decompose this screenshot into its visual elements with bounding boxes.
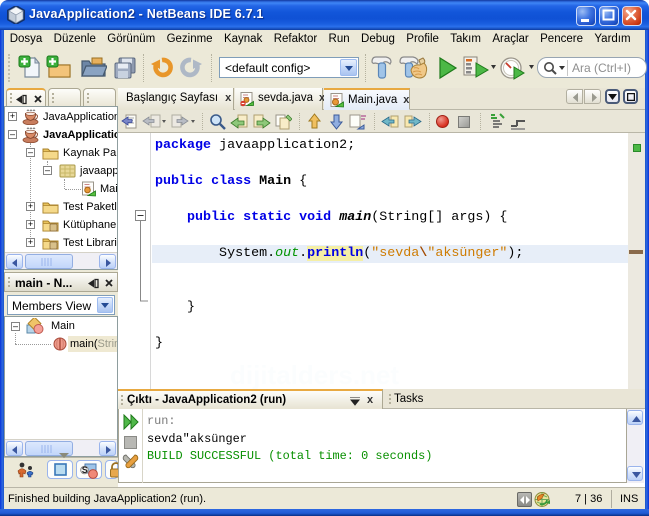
svg-text:S: S: [82, 465, 88, 475]
